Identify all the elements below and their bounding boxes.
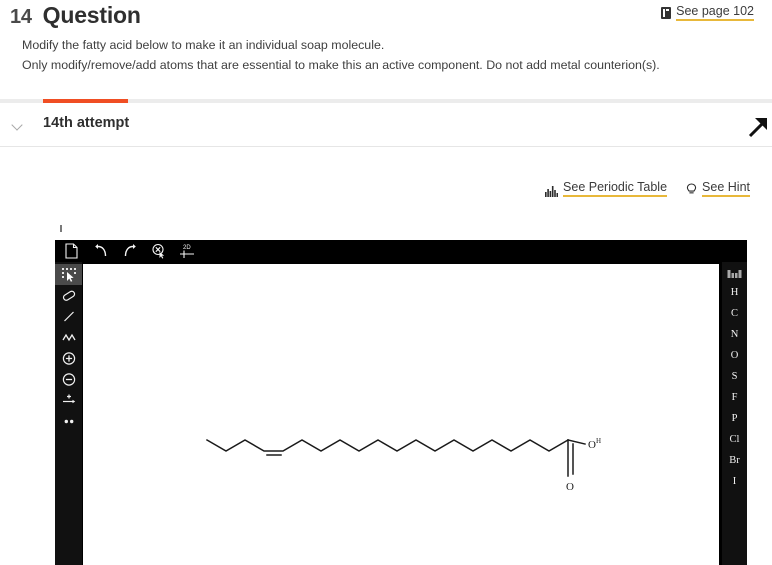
arrow-up-right-icon[interactable] bbox=[744, 112, 772, 142]
chevron-down-icon[interactable] bbox=[12, 118, 26, 132]
instruction-line-1: Modify the fatty acid below to make it a… bbox=[22, 38, 385, 52]
attempt-label: 14th attempt bbox=[43, 115, 130, 131]
question-label: Question bbox=[42, 2, 141, 28]
book-icon bbox=[661, 7, 672, 19]
svg-text:O: O bbox=[566, 481, 574, 493]
eraser-tool-icon[interactable] bbox=[55, 285, 82, 306]
single-bond-tool-icon[interactable] bbox=[55, 306, 82, 327]
text-caret bbox=[60, 225, 62, 232]
molecule-editor[interactable]: 2D O H O H C N O S F P Cl Br I bbox=[55, 240, 747, 565]
editor-top-toolbar: 2D bbox=[55, 240, 747, 262]
question-header: 14 Question See page 102 Modify the fatt… bbox=[0, 0, 772, 92]
attempt-progress-fill bbox=[43, 99, 128, 103]
element-s[interactable]: S bbox=[722, 366, 747, 387]
element-i[interactable]: I bbox=[722, 471, 747, 492]
element-n[interactable]: N bbox=[722, 324, 747, 345]
chain-tool-icon[interactable] bbox=[55, 327, 82, 348]
increase-charge-icon[interactable] bbox=[55, 348, 82, 369]
attempt-progress-track bbox=[0, 99, 772, 103]
instruction-line-2: Only modify/remove/add atoms that are es… bbox=[22, 58, 660, 72]
lone-pair-icon[interactable] bbox=[55, 411, 82, 432]
element-p[interactable]: P bbox=[722, 408, 747, 429]
element-f[interactable]: F bbox=[722, 387, 747, 408]
svg-text:O: O bbox=[588, 439, 596, 451]
svg-text:2D: 2D bbox=[183, 245, 191, 251]
see-hint-label: See Hint bbox=[702, 181, 750, 197]
see-periodic-table-label: See Periodic Table bbox=[563, 181, 668, 197]
lightbulb-icon bbox=[686, 182, 697, 196]
new-document-icon[interactable] bbox=[63, 243, 80, 260]
periodic-table-icon bbox=[545, 184, 559, 197]
see-page-link[interactable]: See page 102 bbox=[661, 5, 754, 21]
redo-icon[interactable] bbox=[121, 243, 138, 260]
question-number: 14 bbox=[10, 6, 32, 28]
resource-links: See Periodic Table See Hint bbox=[545, 181, 750, 197]
drawing-canvas[interactable]: O H O bbox=[83, 264, 719, 565]
see-hint-link[interactable]: See Hint bbox=[686, 181, 750, 197]
element-palette: H C N O S F P Cl Br I bbox=[722, 262, 747, 565]
attempt-row[interactable]: 14th attempt bbox=[0, 104, 772, 147]
periodic-table-icon[interactable] bbox=[722, 266, 747, 282]
element-c[interactable]: C bbox=[722, 303, 747, 324]
element-br[interactable]: Br bbox=[722, 450, 747, 471]
select-tool-icon[interactable] bbox=[55, 264, 82, 285]
erase-cursor-icon[interactable] bbox=[150, 243, 167, 260]
see-page-label: See page 102 bbox=[676, 5, 754, 21]
svg-text:H: H bbox=[596, 437, 601, 445]
reaction-arrow-icon[interactable] bbox=[55, 390, 82, 411]
page-title: 14 Question bbox=[10, 2, 141, 29]
see-periodic-table-link[interactable]: See Periodic Table bbox=[545, 181, 668, 197]
element-cl[interactable]: Cl bbox=[722, 429, 747, 450]
element-h[interactable]: H bbox=[722, 282, 747, 303]
editor-left-toolbar bbox=[55, 262, 82, 565]
undo-icon[interactable] bbox=[92, 243, 109, 260]
fatty-acid-molecule[interactable]: O H O bbox=[83, 264, 719, 565]
element-o[interactable]: O bbox=[722, 345, 747, 366]
decrease-charge-icon[interactable] bbox=[55, 369, 82, 390]
clean-up-2d-icon[interactable]: 2D bbox=[179, 243, 196, 260]
